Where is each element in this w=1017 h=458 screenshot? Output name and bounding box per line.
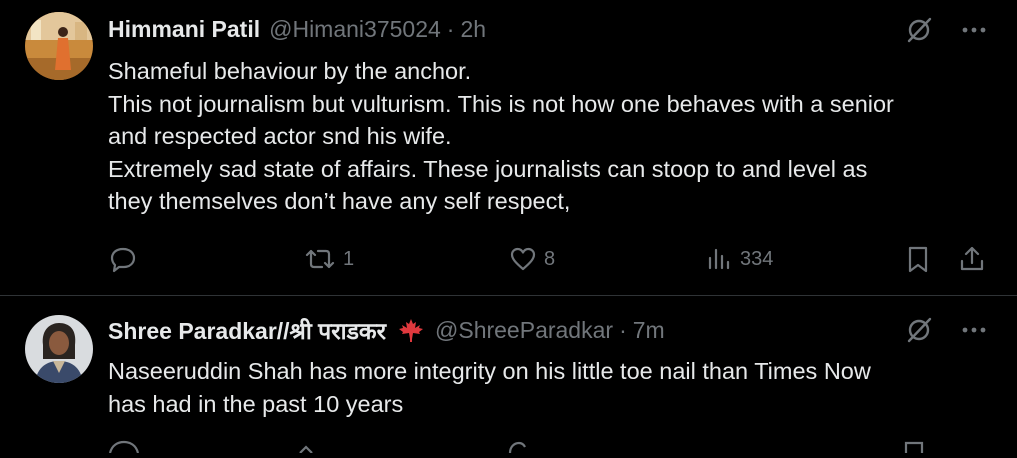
tweet-text: Shameful behaviour by the anchor. This n… bbox=[108, 55, 998, 218]
timestamp[interactable]: 2h bbox=[460, 16, 486, 43]
grok-slash-icon[interactable] bbox=[905, 316, 933, 344]
author-handle[interactable]: @ShreeParadkar bbox=[435, 317, 613, 344]
tweet[interactable]: Himmani Patil @Himani375024 · 2h Shamefu… bbox=[0, 0, 1017, 296]
reply-button[interactable] bbox=[108, 243, 144, 275]
maple-leaf-icon bbox=[396, 317, 426, 343]
like-count: 8 bbox=[544, 247, 556, 270]
partial-action-icons bbox=[108, 440, 924, 454]
avatar[interactable] bbox=[25, 315, 93, 383]
tweet-actions: 1 8 334 bbox=[108, 243, 988, 275]
tweet-text-line: Shameful behaviour by the anchor. bbox=[108, 58, 472, 84]
tweet-text-line: has had in the past 10 years bbox=[108, 390, 404, 417]
tweet-text-line: This not journalism but vulturism. This … bbox=[108, 90, 894, 117]
share-icon bbox=[958, 244, 986, 274]
more-options-icon[interactable] bbox=[961, 26, 987, 34]
like-icon bbox=[508, 244, 538, 274]
views-icon bbox=[706, 244, 734, 274]
tweet-actions-partial bbox=[0, 439, 1017, 454]
top-actions bbox=[905, 15, 987, 45]
tweet-text: Naseeruddin Shah has more integrity on h… bbox=[108, 355, 998, 420]
tweet-text-line: Naseeruddin Shah has more integrity on h… bbox=[108, 358, 871, 384]
bookmark-icon bbox=[904, 244, 932, 274]
top-actions bbox=[905, 315, 987, 345]
repost-button[interactable]: 1 bbox=[303, 243, 354, 275]
separator-dot: · bbox=[619, 316, 627, 343]
author-name[interactable]: Shree Paradkar//श्री पराडकर bbox=[108, 314, 386, 346]
bookmark-button[interactable] bbox=[904, 243, 932, 275]
timestamp[interactable]: 7m bbox=[633, 317, 665, 344]
separator-dot: · bbox=[446, 15, 455, 42]
tweet-header: Shree Paradkar//श्री पराडकर @ShreeParadk… bbox=[108, 315, 665, 345]
tweet[interactable]: Shree Paradkar//श्री पराडकर @ShreeParadk… bbox=[0, 297, 1017, 454]
repost-icon bbox=[303, 244, 337, 274]
grok-slash-icon[interactable] bbox=[905, 16, 933, 44]
author-name[interactable]: Himmani Patil bbox=[108, 16, 260, 43]
tweet-text-line: and respected actor snd his wife. bbox=[108, 123, 452, 149]
like-button[interactable]: 8 bbox=[508, 243, 555, 275]
view-count: 334 bbox=[740, 247, 774, 270]
more-options-icon[interactable] bbox=[961, 326, 987, 334]
tweet-header: Himmani Patil @Himani375024 · 2h bbox=[108, 14, 486, 44]
reply-icon bbox=[108, 244, 138, 274]
author-handle[interactable]: @Himani375024 bbox=[269, 16, 441, 43]
tweet-text-line: Extremely sad state of affairs. These jo… bbox=[108, 155, 868, 182]
repost-count: 1 bbox=[343, 247, 355, 270]
tweet-text-line: they themselves don’t have any self resp… bbox=[108, 188, 571, 214]
share-button[interactable] bbox=[958, 243, 986, 275]
avatar[interactable] bbox=[25, 12, 93, 80]
views-button[interactable]: 334 bbox=[706, 243, 773, 275]
